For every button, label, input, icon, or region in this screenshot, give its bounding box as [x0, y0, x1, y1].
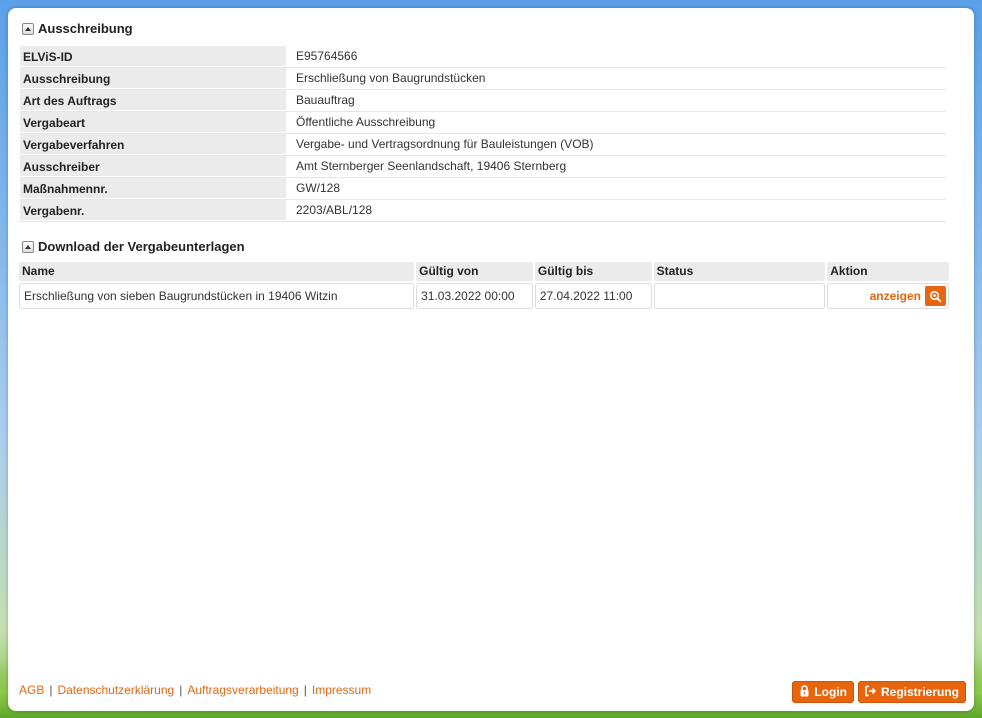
column-header-valid-to: Gültig bis	[534, 262, 652, 281]
info-label: Vergabeverfahren	[20, 134, 286, 155]
login-button[interactable]: Login	[792, 681, 854, 703]
info-value: Amt Sternberger Seenlandschaft, 19406 St…	[296, 159, 567, 173]
info-label: Ausschreiber	[20, 156, 286, 177]
column-header-action: Aktion	[827, 262, 949, 281]
download-table: Name Gültig von Gültig bis Status Aktion…	[19, 262, 949, 309]
column-header-valid-from: Gültig von	[416, 262, 533, 281]
footer-link-impressum[interactable]: Impressum	[312, 683, 371, 697]
collapse-icon[interactable]	[22, 240, 34, 253]
info-value: Vergabe- und Vertragsordnung für Bauleis…	[296, 137, 594, 151]
collapse-icon[interactable]	[22, 22, 34, 35]
content-panel: Ausschreibung ELViS-ID E95764566 Ausschr…	[8, 8, 974, 711]
info-label: Art des Auftrags	[20, 90, 286, 111]
lock-icon	[799, 684, 810, 700]
section-ausschreibung-header[interactable]: Ausschreibung	[22, 21, 133, 36]
login-label: Login	[814, 685, 847, 699]
footer-link-agb[interactable]: AGB	[19, 683, 44, 697]
info-row: ELViS-ID E95764566	[20, 46, 946, 68]
column-header-status: Status	[653, 262, 826, 281]
anzeigen-link[interactable]: anzeigen	[870, 289, 921, 303]
table-row: Erschließung von sieben Baugrundstücken …	[19, 283, 949, 309]
footer-buttons: Login Registrierung	[792, 681, 966, 703]
footer-links: AGB | Datenschutzerklärung | Auftragsverarbe…	[19, 683, 371, 697]
info-row: Ausschreiber Amt Sternberger Seenlandsch…	[20, 156, 946, 178]
info-table: ELViS-ID E95764566 Ausschreibung Erschli…	[20, 46, 946, 222]
info-label: ELViS-ID	[20, 46, 286, 67]
info-value: GW/128	[296, 181, 341, 195]
info-row: Vergabenr. 2203/ABL/128	[20, 200, 946, 222]
info-value: Erschließung von Baugrundstücken	[296, 71, 486, 85]
action-cell: anzeigen	[827, 283, 949, 309]
info-value: Öffentliche Ausschreibung	[296, 115, 436, 129]
valid-to: 27.04.2022 11:00	[534, 283, 652, 309]
status	[653, 283, 826, 309]
valid-from: 31.03.2022 00:00	[416, 283, 533, 309]
info-label: Ausschreibung	[20, 68, 286, 89]
footer-link-auftragsverarbeitung[interactable]: Auftragsverarbeitung	[187, 683, 298, 697]
info-value: E95764566	[296, 49, 358, 63]
eye-icon[interactable]	[924, 286, 946, 306]
register-button[interactable]: Registrierung	[857, 681, 966, 703]
section-title: Download der Vergabeunterlagen	[38, 239, 245, 254]
info-row: Vergabeverfahren Vergabe- und Vertragsor…	[20, 134, 946, 156]
column-header-name: Name	[19, 262, 415, 281]
footer-separator: |	[179, 683, 183, 697]
footer-separator: |	[49, 683, 53, 697]
table-header: Name Gültig von Gültig bis Status Aktion	[19, 262, 949, 281]
section-download-header[interactable]: Download der Vergabeunterlagen	[22, 239, 245, 254]
footer-link-datenschutz[interactable]: Datenschutzerklärung	[57, 683, 174, 697]
info-row: Maßnahmennr. GW/128	[20, 178, 946, 200]
info-value: Bauauftrag	[296, 93, 355, 107]
info-row: Ausschreibung Erschließung von Baugrunds…	[20, 68, 946, 90]
footer-separator: |	[303, 683, 307, 697]
info-label: Vergabeart	[20, 112, 286, 133]
sign-in-icon	[865, 685, 877, 700]
info-value: 2203/ABL/128	[296, 203, 373, 217]
register-label: Registrierung	[880, 685, 959, 699]
info-row: Vergabeart Öffentliche Ausschreibung	[20, 112, 946, 134]
info-row: Art des Auftrags Bauauftrag	[20, 90, 946, 112]
document-name: Erschließung von sieben Baugrundstücken …	[19, 283, 415, 309]
info-label: Maßnahmennr.	[20, 178, 286, 199]
section-title: Ausschreibung	[38, 21, 133, 36]
info-label: Vergabenr.	[20, 200, 286, 221]
